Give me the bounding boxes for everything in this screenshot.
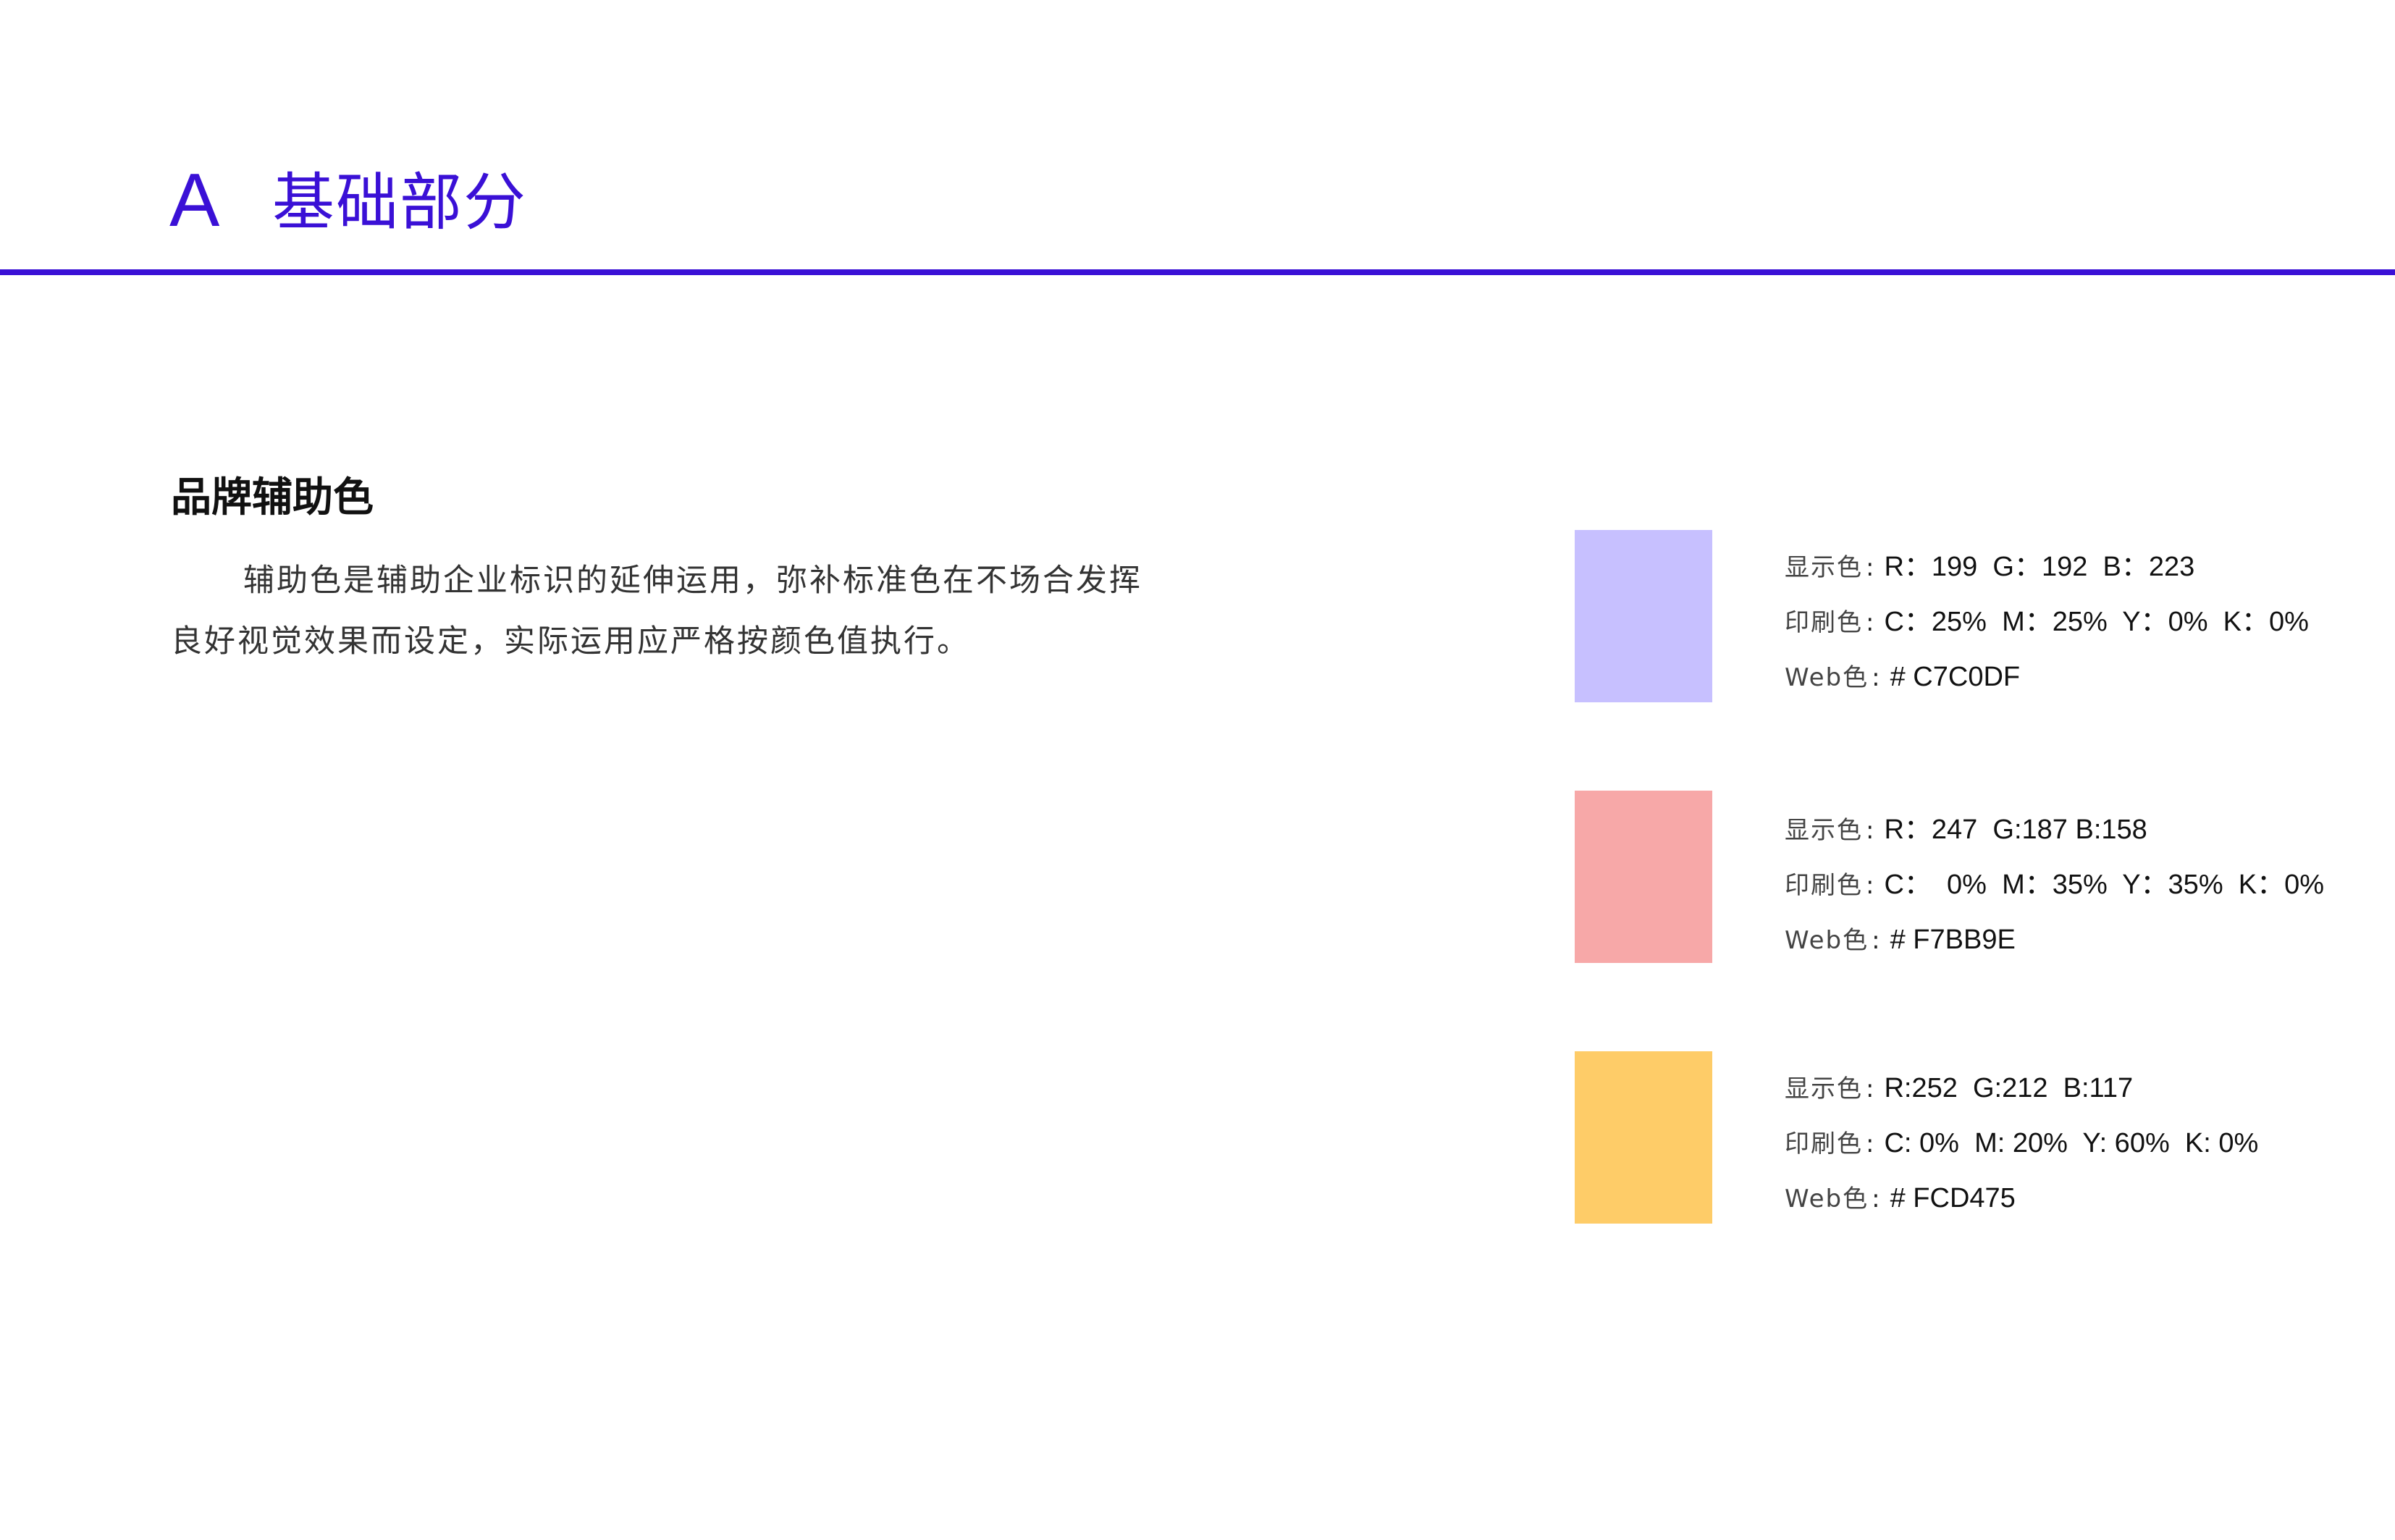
web-color-value: # FCD475: [1890, 1183, 2016, 1213]
display-color-label: 显示色: [1785, 1074, 1863, 1103]
display-color-value: R:252 G:212 B:117: [1884, 1073, 2134, 1103]
print-color-label: 印刷色: [1785, 871, 1863, 900]
color-swatch-lavender: [1575, 530, 1712, 702]
web-color-value: # C7C0DF: [1890, 662, 2021, 692]
page-title: 基础部分: [272, 167, 527, 239]
web-color-label: Web色: [1785, 663, 1869, 692]
print-color-value: C: 0% M: 20% Y: 60% K: 0%: [1884, 1128, 2259, 1158]
display-color-value: R：247 G:187 B:158: [1884, 815, 2147, 845]
web-color-label: Web色: [1785, 1185, 1869, 1213]
display-color-label: 显示色: [1785, 553, 1863, 582]
color-swatch-yellow: [1575, 1051, 1712, 1224]
web-color-value: # F7BB9E: [1890, 925, 2016, 955]
web-color-row: Web色: # C7C0DF: [1785, 662, 2021, 692]
header-divider: [0, 269, 2395, 275]
display-color-row: 显示色: R：199 G：192 B：223: [1785, 552, 2195, 582]
display-color-row: 显示色: R：247 G:187 B:158: [1785, 815, 2147, 845]
display-color-row: 显示色: R:252 G:212 B:117: [1785, 1073, 2134, 1103]
display-color-label: 显示色: [1785, 816, 1863, 845]
color-spec-1: 显示色: R：199 G：192 B：223 印刷色: C：25% M：25% Y：…: [1785, 539, 2364, 704]
print-color-value: C： 0% M：35% Y：35% K：0%: [1884, 870, 2324, 900]
print-color-row: 印刷色: C：25% M：25% Y：0% K：0%: [1785, 607, 2309, 637]
section-letter: A: [169, 159, 220, 243]
color-spec-2: 显示色: R：247 G:187 B:158 印刷色: C： 0% M：35% Y：…: [1785, 802, 2364, 967]
color-spec-3: 显示色: R:252 G:212 B:117 印刷色: C: 0% M: 20% Y…: [1785, 1061, 2364, 1226]
section-title: 品牌辅助色: [171, 474, 374, 521]
display-color-value: R：199 G：192 B：223: [1884, 552, 2195, 582]
section-description: 辅助色是辅助企业标识的延伸运用，弥补标准色在不场合发挥良好视觉效果而设定，实际运…: [171, 563, 1142, 660]
print-color-label: 印刷色: [1785, 1129, 1863, 1158]
web-color-row: Web色: # F7BB9E: [1785, 925, 2016, 955]
color-swatch-pink: [1575, 791, 1712, 963]
print-color-label: 印刷色: [1785, 608, 1863, 637]
print-color-row: 印刷色: C: 0% M: 20% Y: 60% K: 0%: [1785, 1128, 2259, 1158]
web-color-row: Web色: # FCD475: [1785, 1183, 2016, 1213]
print-color-row: 印刷色: C： 0% M：35% Y：35% K：0%: [1785, 870, 2324, 900]
print-color-value: C：25% M：25% Y：0% K：0%: [1884, 607, 2309, 637]
web-color-label: Web色: [1785, 926, 1869, 955]
